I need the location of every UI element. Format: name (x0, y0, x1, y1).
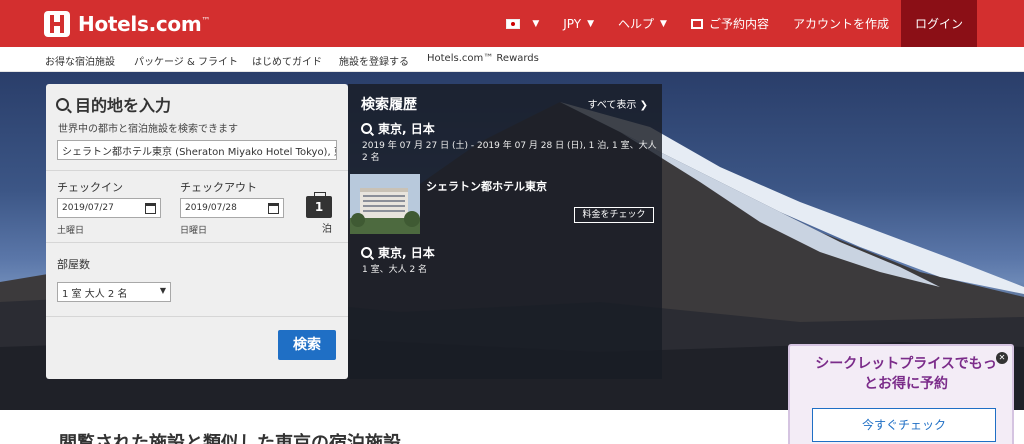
search-subtitle: 世界中の都市と宿泊施設を検索できます (58, 124, 238, 135)
search-button[interactable]: 検索 (278, 330, 336, 360)
help-label: ヘルプ (618, 17, 655, 31)
calendar-icon[interactable] (145, 203, 156, 214)
reservations-link[interactable]: ご予約内容 (679, 0, 781, 47)
brand-name: Hotels.com™ (78, 12, 211, 36)
header-nav: ▼ JPY ▼ ヘルプ ▼ ご予約内容 アカウントを作成 ログイン (494, 0, 977, 47)
checkin-day-of-week: 土曜日 (57, 226, 85, 236)
currency-label: JPY (563, 16, 582, 31)
secret-price-promo: ✕ シークレットプライスでもっ とお得に予約 今すぐチェック (788, 344, 1014, 444)
gift-icon (690, 18, 703, 29)
subnav-item-deals[interactable]: お得な宿泊施設 (45, 53, 115, 68)
search-icon (361, 123, 372, 134)
search-panel: 目的地を入力 世界中の都市と宿泊施設を検索できます シェラトン都ホテル東京 (S… (46, 84, 348, 379)
history-entry-detail: 2 名 (362, 153, 380, 163)
checkout-date-field[interactable]: 2019/07/28 (180, 198, 284, 218)
divider (46, 170, 348, 171)
similar-properties-heading: 閲覧された施設と類似した東京の宿泊施設 (59, 433, 401, 444)
search-history-panel: 検索履歴 すべて表示 ❯ 東京, 日本 2019 年 07 月 27 日 (土)… (348, 84, 662, 379)
checkout-label: チェックアウト (180, 181, 257, 194)
sub-navigation: お得な宿泊施設 パッケージ & フライト はじめてガイド 施設を登録する Hot… (0, 47, 1024, 72)
japan-flag-icon (506, 18, 521, 29)
history-entry-detail: 1 室、大人 2 名 (362, 265, 428, 275)
subnav-item-packages[interactable]: パッケージ & フライト (134, 53, 238, 68)
history-entry-destination[interactable]: 東京, 日本 (361, 120, 435, 137)
hotel-name[interactable]: シェラトン都ホテル東京 (426, 178, 547, 194)
rooms-select[interactable]: 1 室 大人 2 名 ▼ (57, 282, 171, 302)
subnav-item-rewards[interactable]: Hotels.com™ Rewards (427, 53, 539, 64)
history-title: 検索履歴 (361, 97, 417, 113)
destination-input[interactable]: シェラトン都ホテル東京 (Sheraton Miyako Hotel Tokyo… (57, 140, 337, 160)
history-entry-destination[interactable]: 東京, 日本 (361, 244, 435, 261)
chevron-down-icon: ▼ (532, 18, 540, 29)
view-all-link[interactable]: すべて表示 ❯ (588, 96, 648, 111)
secret-price-text: シークレットプライスでもっ とお得に予約 (815, 356, 997, 392)
language-selector[interactable]: ▼ (494, 0, 551, 47)
calendar-icon[interactable] (268, 203, 279, 214)
top-header: Hotels.com™ ▼ JPY ▼ ヘルプ ▼ ご予約内容 アカウントを作成… (0, 0, 1024, 47)
chevron-down-icon: ▼ (660, 18, 667, 29)
chevron-right-icon: ❯ (639, 100, 648, 111)
hotel-thumbnail[interactable] (350, 174, 420, 234)
search-icon (361, 247, 372, 258)
subnav-item-guide[interactable]: はじめてガイド (252, 53, 322, 68)
currency-selector[interactable]: JPY ▼ (551, 0, 606, 47)
check-price-button[interactable]: 料金をチェック (574, 207, 654, 223)
history-entry-detail: 2019 年 07 月 27 日 (土) - 2019 年 07 月 28 日 … (362, 141, 657, 151)
hotels-logo-icon (44, 11, 70, 37)
login-button[interactable]: ログイン (900, 0, 977, 47)
search-title: 目的地を入力 (56, 92, 171, 116)
chevron-down-icon: ▼ (159, 286, 166, 295)
checkin-date-field[interactable]: 2019/07/27 (57, 198, 161, 218)
checkin-label: チェックイン (57, 181, 123, 194)
check-now-button[interactable]: 今すぐチェック (812, 408, 996, 442)
rooms-label: 部屋数 (57, 258, 90, 271)
reservations-label: ご予約内容 (708, 17, 769, 31)
divider (46, 242, 348, 243)
checkout-day-of-week: 日曜日 (180, 226, 208, 236)
chevron-down-icon: ▼ (587, 18, 595, 29)
nights-label: 泊 (322, 224, 332, 235)
divider (46, 316, 348, 317)
subnav-item-list-property[interactable]: 施設を登録する (339, 53, 409, 68)
help-menu[interactable]: ヘルプ ▼ (606, 0, 679, 47)
brand-logo[interactable]: Hotels.com™ (44, 11, 210, 37)
create-account-link[interactable]: アカウントを作成 (781, 0, 901, 47)
search-icon (56, 97, 69, 111)
nights-count: 1 (306, 192, 332, 218)
